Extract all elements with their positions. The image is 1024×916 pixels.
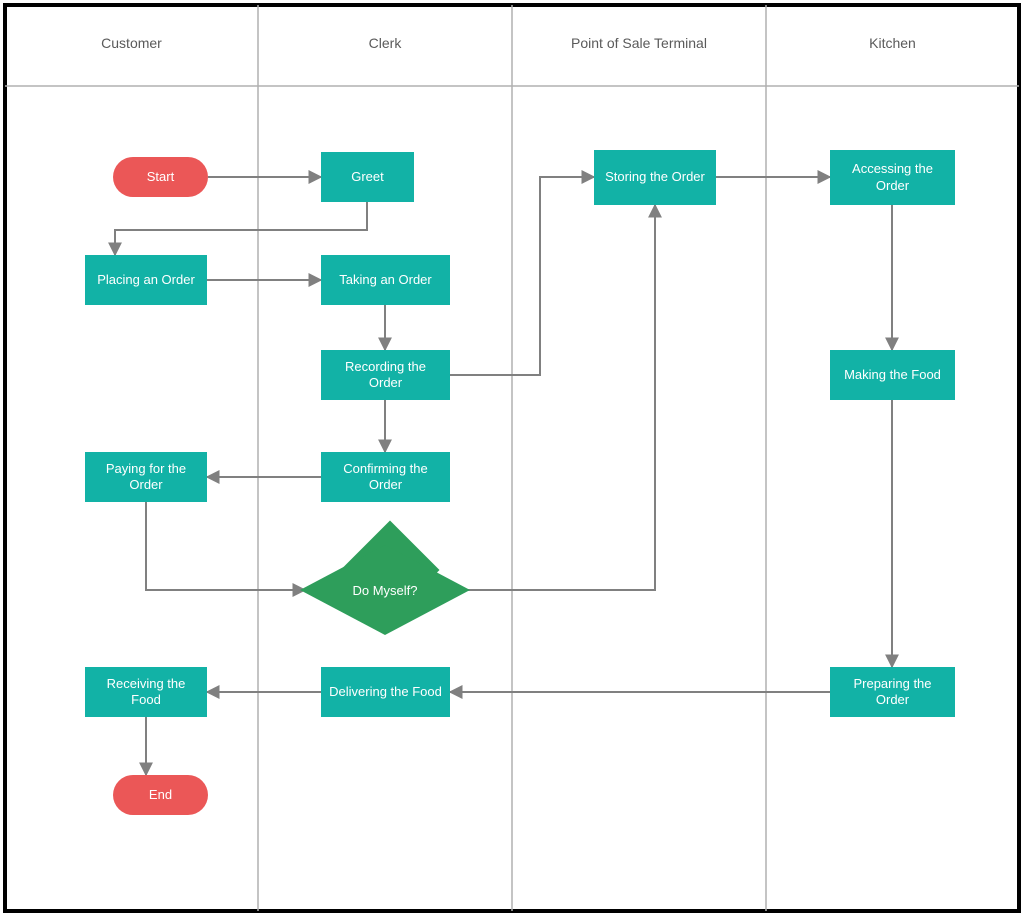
node-accessing: Accessing the Order (830, 150, 955, 205)
node-delivering: Delivering the Food (321, 667, 450, 717)
node-label: Preparing the Order (838, 676, 947, 709)
lane-label: Point of Sale Terminal (571, 35, 707, 51)
node-label: Greet (351, 169, 384, 185)
lane-label: Clerk (369, 35, 402, 51)
node-label: Confirming the Order (329, 461, 442, 494)
node-label: Recording the Order (329, 359, 442, 392)
node-label: Do Myself? (300, 545, 470, 635)
edge-greet-placing (115, 202, 367, 255)
swimlane-diagram: Customer Clerk Point of Sale Terminal Ki… (0, 0, 1024, 916)
node-confirming: Confirming the Order (321, 452, 450, 502)
edge-paying-decision (146, 502, 305, 590)
node-making: Making the Food (830, 350, 955, 400)
node-label: Storing the Order (605, 169, 705, 185)
node-placing: Placing an Order (85, 255, 207, 305)
lane-header-clerk: Clerk (258, 0, 512, 86)
node-label: Accessing the Order (838, 161, 947, 194)
node-label: Receiving the Food (93, 676, 199, 709)
node-greet: Greet (321, 152, 414, 202)
lane-label: Customer (101, 35, 162, 51)
node-preparing: Preparing the Order (830, 667, 955, 717)
node-receiving: Receiving the Food (85, 667, 207, 717)
node-label: Placing an Order (97, 272, 195, 288)
node-label: Making the Food (844, 367, 941, 383)
node-label: End (149, 787, 172, 803)
lane-header-kitchen: Kitchen (766, 0, 1019, 86)
node-start: Start (113, 157, 208, 197)
node-label: Taking an Order (339, 272, 432, 288)
node-label: Start (147, 169, 174, 185)
edge-recording-storing (450, 177, 594, 375)
lane-header-customer: Customer (5, 0, 258, 86)
node-label: Delivering the Food (329, 684, 442, 700)
node-taking: Taking an Order (321, 255, 450, 305)
node-storing: Storing the Order (594, 150, 716, 205)
node-decision-shape: Do Myself? (300, 545, 470, 635)
edge-decision-storing (465, 205, 655, 590)
node-label: Paying for the Order (93, 461, 199, 494)
lane-header-pos: Point of Sale Terminal (512, 0, 766, 86)
lane-label: Kitchen (869, 35, 916, 51)
node-paying: Paying for the Order (85, 452, 207, 502)
node-recording: Recording the Order (321, 350, 450, 400)
node-end: End (113, 775, 208, 815)
